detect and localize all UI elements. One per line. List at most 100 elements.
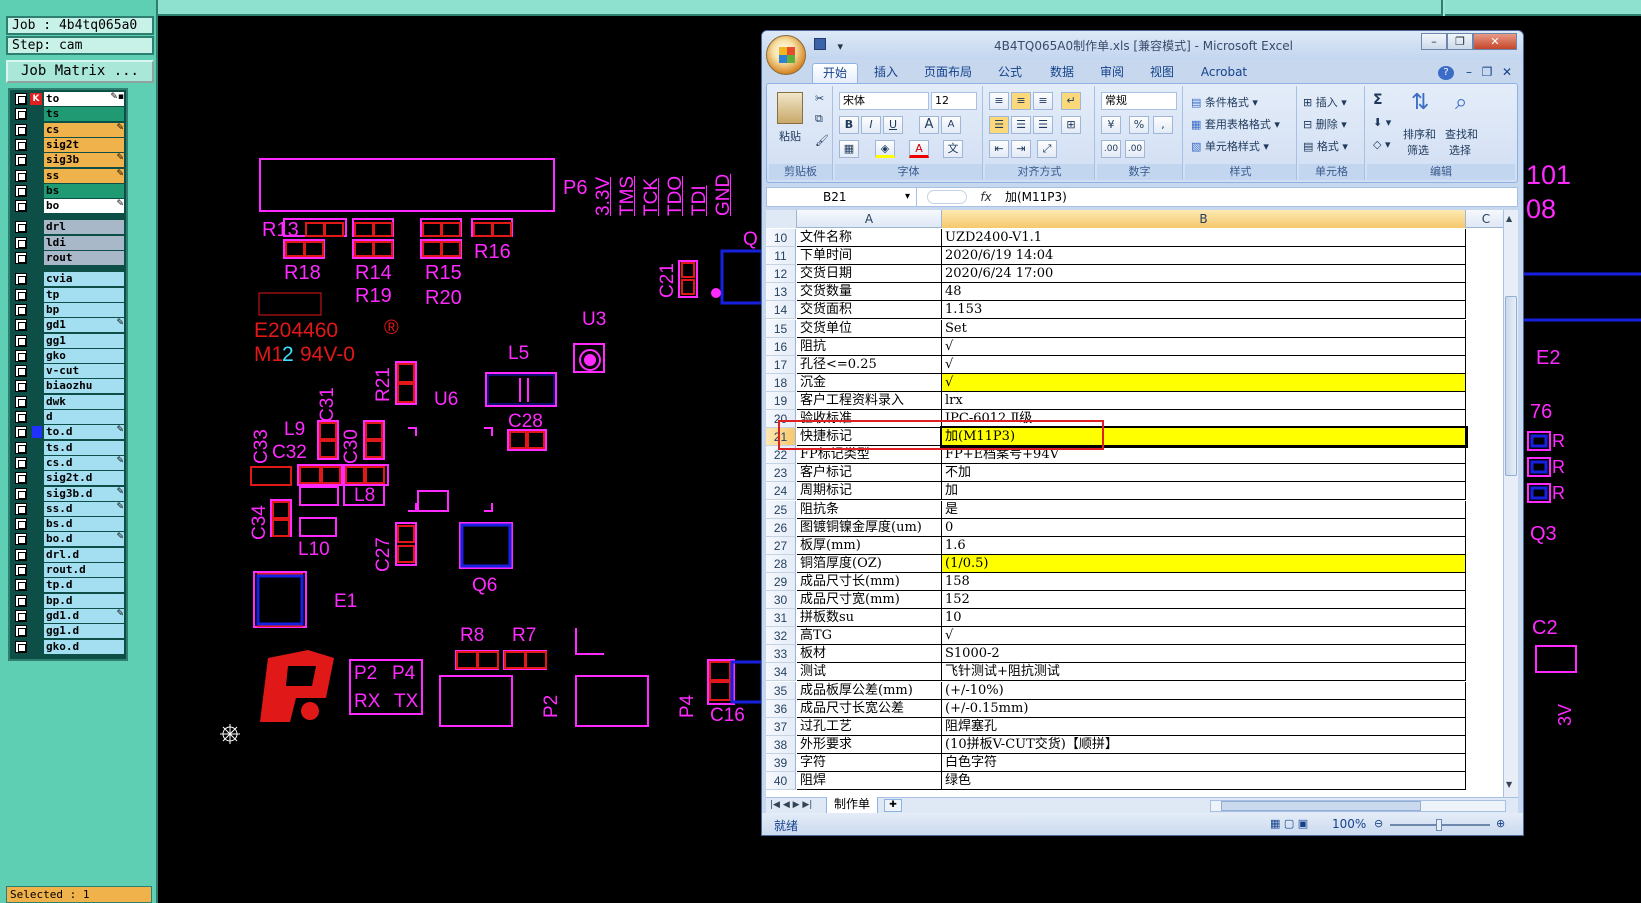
row-number[interactable]: 12 [766,265,796,284]
cell-a[interactable]: 周期标记 [797,482,942,501]
row-number[interactable]: 16 [766,337,796,356]
sort-filter-icon[interactable]: ⇅ [1411,90,1429,115]
cell-a[interactable]: 客户标记 [797,464,942,483]
scroll-down-icon[interactable]: ▼ [1506,780,1516,790]
layer-row[interactable]: cs.d ✎ [12,455,127,470]
formula-input[interactable]: 加(M11P3) [1005,188,1067,206]
layer-checkbox[interactable] [15,548,27,561]
cell-a[interactable]: 板厚(mm) [797,536,942,555]
layer-row[interactable]: tp.d [12,578,127,593]
layer-checkbox[interactable] [15,154,27,167]
ribbon-restore-icon[interactable]: ❐ [1480,63,1494,83]
work-layer-icon[interactable]: K [30,93,42,105]
format-painter-icon[interactable]: 🖌 [815,134,829,147]
format-as-table-button[interactable]: ▦ 套用表格格式 ▾ [1191,116,1280,132]
cell-a[interactable]: 板材 [797,645,942,664]
layer-checkbox[interactable] [15,579,27,592]
layer-checkbox[interactable] [15,334,27,347]
autosum-button[interactable]: Σ [1373,92,1383,108]
find-select-label[interactable]: 查找和 [1445,126,1478,142]
phonetic-button[interactable]: 文 [943,140,963,158]
cell-a[interactable]: 快捷标记 [797,428,942,447]
layer-checkbox[interactable] [15,252,27,264]
paste-button[interactable]: 粘贴 [779,128,801,144]
layer-checkbox[interactable] [15,502,27,515]
layer-row[interactable]: tp [12,287,127,302]
align-right-icon[interactable]: ☰ [1033,116,1053,134]
cell-b[interactable]: S1000-2 [942,645,1466,664]
cell-b[interactable]: 2020/6/19 14:04 [942,247,1466,266]
layer-row[interactable]: ts.d [12,440,127,455]
select-all-corner[interactable] [766,210,797,228]
paste-icon[interactable] [777,92,803,124]
layer-row[interactable]: bo ✎ [12,199,127,214]
cell-b[interactable]: 48 [942,283,1466,302]
tab-view[interactable]: 视图 [1144,63,1180,83]
row-number[interactable]: 35 [766,681,796,700]
row-number[interactable]: 19 [766,391,796,410]
currency-icon[interactable]: ¥ [1101,116,1121,134]
worksheet-grid[interactable]: A B C 10 文件名称 UZD2400-V1.1 11 下单时间 2020/6/19 … [766,210,1506,797]
cell-a[interactable]: 铜箔厚度(OZ) [797,554,942,573]
cell-a[interactable]: 阻焊 [797,772,942,791]
cell-b[interactable]: 是 [942,500,1466,519]
insert-sheet-icon[interactable]: ✚ [884,799,902,812]
row-number[interactable]: 17 [766,355,796,374]
layer-row[interactable]: drl.d [12,547,127,562]
layer-row[interactable]: gko [12,348,127,363]
name-box[interactable]: B21 [767,188,917,206]
cell-b[interactable]: FP+E档案号+94V [942,446,1466,465]
layer-checkbox[interactable] [15,472,27,485]
layer-checkbox[interactable] [15,184,27,197]
cell-a[interactable]: FP标记类型 [797,446,942,465]
cell-b[interactable]: UZD2400-V1.1 [942,229,1466,248]
row-number[interactable]: 39 [766,753,796,772]
zoom-level[interactable]: 100% [1332,817,1366,831]
qat-dropdown-icon[interactable]: ▾ [838,40,844,53]
column-header-a[interactable]: A [797,210,942,228]
decrease-indent-icon[interactable]: ⇤ [989,140,1009,158]
layer-checkbox[interactable] [15,533,27,546]
cell-b[interactable]: (+/-10%) [942,681,1466,700]
layer-checkbox[interactable] [15,93,27,105]
ribbon-minimize-icon[interactable]: – [1462,63,1476,83]
row-number[interactable]: 24 [766,482,796,501]
row-number[interactable]: 10 [766,229,796,248]
layer-row[interactable]: gd1.d ✎ [12,608,127,623]
layer-row[interactable]: bp.d [12,593,127,608]
sheet-tab-active[interactable]: 制作单 [826,797,878,814]
sort-filter-label-2[interactable]: 筛选 [1407,142,1429,158]
row-number[interactable]: 31 [766,609,796,628]
layer-checkbox[interactable] [15,236,27,249]
cell-a[interactable]: 文件名称 [797,229,942,248]
layer-row[interactable]: sig3b.d ✎ [12,486,127,501]
cell-b[interactable]: 白色字符 [942,753,1466,772]
layer-row[interactable]: drl [12,220,127,235]
save-icon[interactable] [814,38,826,50]
format-cells-button[interactable]: ▤ 格式 ▾ [1303,138,1348,154]
row-number[interactable]: 20 [766,410,796,429]
increase-indent-icon[interactable]: ⇥ [1011,140,1031,158]
layer-row[interactable]: rout [12,251,127,265]
italic-button[interactable]: I [861,116,881,134]
layer-checkbox[interactable] [15,169,27,182]
zoom-out-icon[interactable]: ⊖ [1374,817,1383,830]
cell-b[interactable]: (+/-0.15mm) [942,699,1466,718]
cell-b[interactable]: √ [942,373,1466,392]
help-icon[interactable]: ? [1438,66,1454,80]
row-number[interactable]: 40 [766,772,796,791]
cell-b[interactable]: 不加 [942,464,1466,483]
minimize-button[interactable]: – [1421,33,1447,50]
cell-a[interactable]: 高TG [797,627,942,646]
layer-row[interactable]: bs.d [12,517,127,532]
find-select-icon[interactable]: ⌕ [1455,90,1467,115]
fill-icon[interactable]: ⬇ ▾ [1373,116,1391,129]
cell-a[interactable]: 交货单位 [797,319,942,338]
layer-checkbox[interactable] [15,221,27,234]
zoom-slider[interactable] [1390,819,1490,831]
sheet-nav-icon[interactable]: |◀ ◀ ▶ ▶| [770,798,812,813]
copy-icon[interactable]: ⧉ [815,112,823,126]
layer-row[interactable]: cs ✎ [12,122,127,137]
column-header-b[interactable]: B [942,210,1466,228]
row-number[interactable]: 33 [766,645,796,664]
